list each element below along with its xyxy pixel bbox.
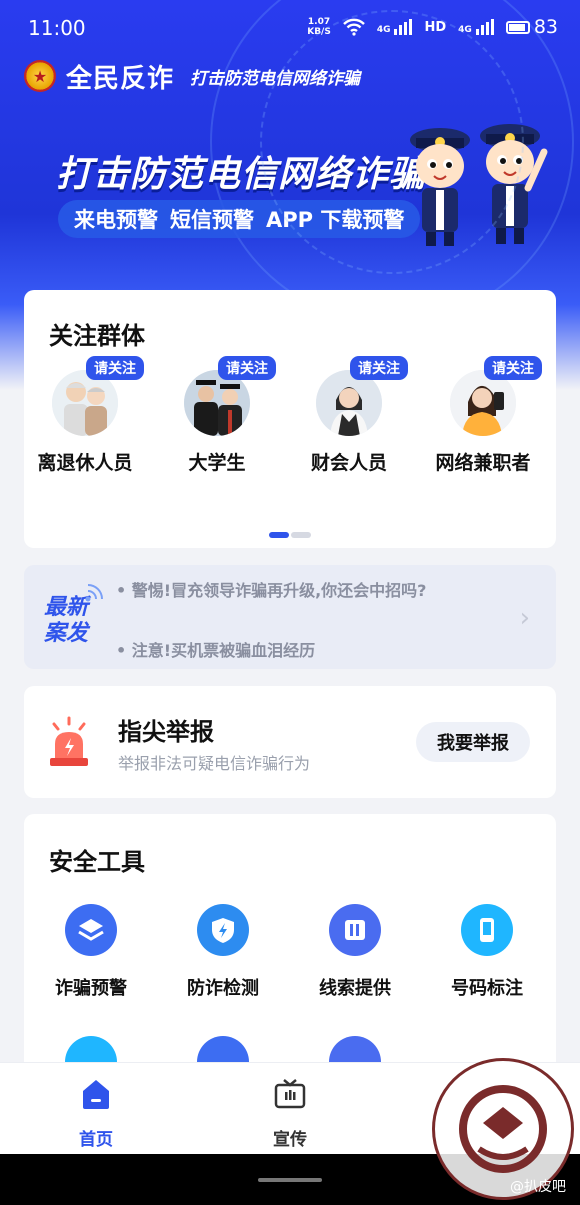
group-item-students[interactable]: 请关注 大学生 — [152, 356, 282, 475]
signal-wave-icon — [85, 584, 103, 602]
elderly-couple-avatar: 请关注 — [52, 356, 144, 436]
wifi-icon — [342, 18, 365, 36]
tool-label: 防诈检测 — [187, 978, 259, 999]
phone-user-avatar: 请关注 — [450, 356, 542, 436]
group-label: 网络兼职者 — [435, 452, 531, 474]
home-icon — [83, 1080, 109, 1109]
tool-label: 诈骗预警 — [55, 978, 127, 999]
report-title: 指尖举报 — [118, 718, 214, 746]
graduates-avatar: 请关注 — [184, 356, 276, 436]
group-item-parttimers[interactable]: 请关注 网络兼职者 — [418, 356, 548, 475]
latest-cases-card[interactable]: 最新 案发 • 警惕!冒充领导诈骗再升级,你还会中招吗? • 注意!买机票被骗血… — [24, 565, 556, 669]
home-indicator[interactable] — [258, 1178, 322, 1182]
groups-title: 关注群体 — [49, 322, 145, 350]
app-name: 全民反诈 — [66, 63, 175, 94]
group-label: 大学生 — [188, 452, 246, 474]
nav-publicity[interactable]: 宣传 — [240, 1077, 340, 1150]
follow-tag: 请关注 — [86, 356, 144, 380]
group-item-retirees[interactable]: 请关注 离退休人员 — [20, 356, 150, 475]
banner-pill: 来电预警 短信预警 APP 下载预警 — [58, 200, 421, 238]
tools-title: 安全工具 — [49, 848, 145, 876]
app-slogan: 打击防范电信网络诈骗 — [190, 68, 361, 89]
tool-clue-submit[interactable]: 线索提供 — [290, 904, 420, 1000]
indicator-inactive — [291, 532, 311, 538]
watermark-text: @扒皮吧 — [510, 1179, 566, 1195]
nav-label: 宣传 — [273, 1130, 307, 1150]
news-item[interactable]: • 注意!买机票被骗血泪经历 — [116, 637, 315, 661]
tv-icon — [274, 1079, 306, 1109]
status-time: 11:00 — [28, 16, 86, 40]
tool-fraud-check[interactable]: 防诈检测 — [158, 904, 288, 1000]
safety-tools-card: 安全工具 诈骗预警 防诈检测 线索提供 号码标注 — [24, 814, 556, 1094]
hd-icon: HD — [424, 19, 447, 35]
status-bar: 11:00 1.07 KB/S 4G HD 4G 83 — [0, 0, 580, 56]
signal-b: 4G — [458, 19, 494, 35]
alarm-siren-icon — [50, 716, 88, 766]
report-subtitle: 举报非法可疑电信诈骗行为 — [118, 754, 311, 773]
network-speed: 1.07 KB/S — [307, 17, 331, 37]
nav-home[interactable]: 首页 — [46, 1077, 146, 1150]
news-item[interactable]: • 警惕!冒充领导诈骗再升级,你还会中招吗? — [116, 577, 426, 601]
police-officers-illustration — [410, 124, 548, 246]
pill-item-call: 来电预警 — [74, 208, 158, 232]
layers-icon — [65, 904, 117, 956]
tool-number-tag[interactable]: 号码标注 — [422, 904, 552, 1000]
tool-fraud-alert[interactable]: 诈骗预警 — [26, 904, 156, 1000]
report-card: 指尖举报 举报非法可疑电信诈骗行为 我要举报 — [24, 686, 556, 798]
nav-label: 首页 — [79, 1130, 113, 1150]
follow-tag: 请关注 — [350, 356, 408, 380]
group-label: 财会人员 — [310, 452, 387, 474]
accountant-avatar: 请关注 — [316, 356, 408, 436]
group-item-accountants[interactable]: 请关注 财会人员 — [284, 356, 414, 475]
signal-a: 4G — [377, 19, 413, 35]
battery-icon: 83 — [505, 16, 558, 38]
phone-icon — [461, 904, 513, 956]
clue-icon — [329, 904, 381, 956]
follow-tag: 请关注 — [218, 356, 276, 380]
chevron-right-icon[interactable]: › — [520, 603, 530, 633]
status-icons: 1.07 KB/S 4G HD 4G 83 — [307, 16, 558, 38]
carousel-indicator — [269, 532, 311, 538]
group-label: 离退休人员 — [37, 452, 133, 474]
focus-groups-card: 关注群体 请关注 离退休人员 请关注 大学生 请关注 财会人员 请关注 网络兼职… — [24, 290, 556, 548]
pill-item-app: APP 下载预警 — [266, 208, 405, 232]
follow-tag: 请关注 — [484, 356, 542, 380]
banner-title: 打击防范电信网络诈骗 — [56, 154, 427, 195]
indicator-active — [269, 532, 289, 538]
shield-bolt-icon — [197, 904, 249, 956]
app-header: ★ 全民反诈 打击防范电信网络诈骗 — [24, 58, 360, 94]
tool-label: 号码标注 — [451, 978, 523, 999]
police-emblem-icon: ★ — [24, 60, 56, 92]
report-button[interactable]: 我要举报 — [416, 722, 530, 762]
pill-item-sms: 短信预警 — [170, 208, 254, 232]
tool-label: 线索提供 — [319, 978, 391, 999]
